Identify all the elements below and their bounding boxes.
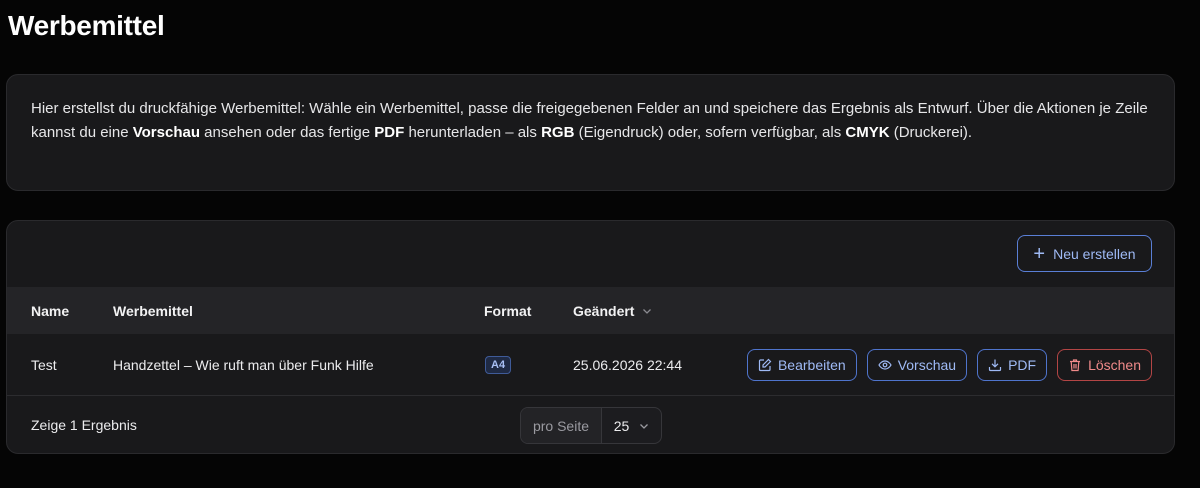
cell-changed: 25.06.2026 22:44 bbox=[573, 356, 682, 373]
trash-icon bbox=[1070, 358, 1081, 371]
pdf-download-button[interactable]: PDF bbox=[977, 348, 1048, 381]
table-footer: Zeige 1 Ergebnis pro Seite 25 bbox=[7, 396, 1174, 453]
edit-icon bbox=[758, 358, 772, 371]
chevron-down-icon bbox=[643, 308, 652, 314]
info-text: Hier erstellst du druckfähige Werbemitte… bbox=[31, 100, 1148, 141]
table-toolbar: + Neu erstellen bbox=[7, 221, 1174, 287]
header-name[interactable]: Name bbox=[31, 303, 69, 319]
create-button[interactable]: + Neu erstellen bbox=[1017, 235, 1152, 272]
header-changed-label: Geändert bbox=[573, 302, 635, 319]
create-button-label: Neu erstellen bbox=[1053, 245, 1136, 262]
table-card: + Neu erstellen Name Werbemittel Format … bbox=[6, 220, 1175, 454]
per-page-select[interactable]: 25 bbox=[602, 408, 661, 443]
row-actions: Bearbeiten Vorschau PDF Löschen bbox=[746, 348, 1152, 381]
info-card: Hier erstellst du druckfähige Werbemitte… bbox=[6, 74, 1175, 191]
header-format[interactable]: Format bbox=[484, 303, 531, 319]
per-page-value: 25 bbox=[613, 417, 630, 434]
edit-button[interactable]: Bearbeiten bbox=[746, 348, 857, 381]
result-count: Zeige 1 Ergebnis bbox=[31, 417, 137, 433]
cell-item: Handzettel – Wie ruft man über Funk Hilf… bbox=[113, 356, 374, 373]
cell-name: Test bbox=[31, 356, 57, 373]
table-row: Test Handzettel – Wie ruft man über Funk… bbox=[7, 334, 1174, 396]
preview-button[interactable]: Vorschau bbox=[866, 348, 968, 381]
per-page-control: pro Seite 25 bbox=[520, 407, 662, 444]
format-badge: A4 bbox=[485, 355, 512, 374]
delete-button-label: Löschen bbox=[1088, 356, 1141, 373]
table-header: Name Werbemittel Format Geändert bbox=[7, 287, 1174, 334]
delete-button[interactable]: Löschen bbox=[1057, 348, 1152, 381]
eye-icon bbox=[878, 359, 892, 370]
download-icon bbox=[988, 359, 1002, 371]
edit-button-label: Bearbeiten bbox=[777, 356, 846, 373]
pdf-button-label: PDF bbox=[1008, 356, 1037, 373]
preview-button-label: Vorschau bbox=[897, 356, 957, 373]
header-item[interactable]: Werbemittel bbox=[113, 303, 193, 319]
chevron-down-icon bbox=[640, 423, 649, 429]
header-changed[interactable]: Geändert bbox=[573, 303, 652, 319]
plus-icon: + bbox=[1033, 242, 1046, 265]
page-title: Werbemittel bbox=[8, 10, 165, 41]
per-page-label: pro Seite bbox=[521, 408, 602, 443]
